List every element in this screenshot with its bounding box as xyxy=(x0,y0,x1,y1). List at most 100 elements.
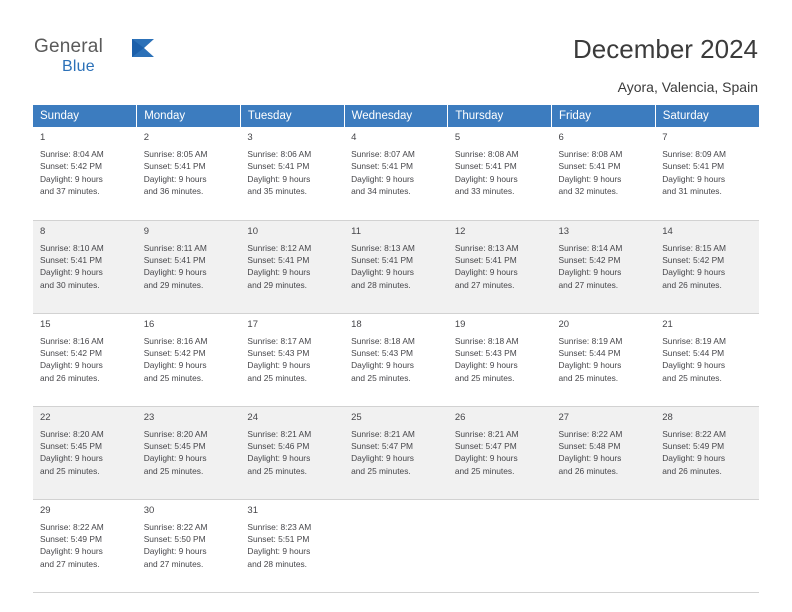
sunrise-text: Sunrise: 8:04 AM xyxy=(40,149,104,160)
day-number: 14 xyxy=(662,225,673,237)
daylight-text-line1: Daylight: 9 hours xyxy=(558,267,622,278)
sunset-text: Sunset: 5:51 PM xyxy=(247,533,310,544)
calendar-day-cell[interactable]: 21 Sunrise: 8:19 AM Sunset: 5:44 PM Dayligh… xyxy=(655,313,759,407)
calendar-day-cell[interactable]: 13 Sunrise: 8:14 AM Sunset: 5:42 PM Dayligh… xyxy=(551,220,656,314)
day-number: 31 xyxy=(247,504,258,516)
daylight-text-line1: Daylight: 9 hours xyxy=(662,267,726,278)
sun-times-calendar: Sunday Monday Tuesday Wednesday Thursday… xyxy=(33,105,759,593)
daylight-text-line1: Daylight: 9 hours xyxy=(351,453,414,464)
daylight-text-line1: Daylight: 9 hours xyxy=(143,453,207,464)
calendar-day-cell[interactable]: 2 Sunrise: 8:05 AM Sunset: 5:41 PM Daylight… xyxy=(136,127,241,221)
daylight-text-line2: and 28 minutes. xyxy=(351,279,411,290)
daylight-text-line1: Daylight: 9 hours xyxy=(247,546,311,557)
calendar-day-cell-empty xyxy=(655,499,759,593)
sunset-text: Sunset: 5:41 PM xyxy=(247,254,310,265)
calendar-day-cell[interactable]: 3 Sunrise: 8:06 AM Sunset: 5:41 PM Daylight… xyxy=(240,127,345,221)
calendar-day-cell[interactable]: 24 Sunrise: 8:21 AM Sunset: 5:46 PM Dayligh… xyxy=(240,406,345,500)
calendar-day-cell[interactable]: 6 Sunrise: 8:08 AM Sunset: 5:41 PM Daylight… xyxy=(551,127,656,221)
calendar-day-cell[interactable]: 20 Sunrise: 8:19 AM Sunset: 5:44 PM Dayligh… xyxy=(551,313,656,407)
calendar-day-cell[interactable]: 8 Sunrise: 8:10 AM Sunset: 5:41 PM Daylight… xyxy=(33,220,137,314)
daylight-text-line1: Daylight: 9 hours xyxy=(40,267,103,278)
sunrise-text: Sunrise: 8:16 AM xyxy=(143,335,208,346)
calendar-day-cell[interactable]: 11 Sunrise: 8:13 AM Sunset: 5:41 PM Dayligh… xyxy=(344,220,448,314)
day-number: 5 xyxy=(454,132,461,143)
calendar-day-cell[interactable]: 29 Sunrise: 8:22 AM Sunset: 5:49 PM Dayligh… xyxy=(33,499,137,593)
day-number: 9 xyxy=(143,225,149,237)
calendar-day-cell[interactable]: 15 Sunrise: 8:16 AM Sunset: 5:42 PM Dayligh… xyxy=(33,313,137,407)
daylight-text-line1: Daylight: 9 hours xyxy=(351,360,414,371)
daylight-text-line1: Daylight: 9 hours xyxy=(247,173,311,184)
sunrise-text: Sunrise: 8:07 AM xyxy=(351,149,415,160)
calendar-day-cell-empty xyxy=(551,499,656,593)
calendar-day-cell[interactable]: 1 Sunrise: 8:04 AM Sunset: 5:42 PM Daylight… xyxy=(33,127,137,221)
day-number: 7 xyxy=(662,132,668,143)
calendar-day-cell[interactable]: 4 Sunrise: 8:07 AM Sunset: 5:41 PM Daylight… xyxy=(344,127,448,221)
calendar-page: General Blue December 2024 Ayora, Valenc… xyxy=(0,0,792,612)
calendar-day-cell[interactable]: 27 Sunrise: 8:22 AM Sunset: 5:48 PM Dayligh… xyxy=(551,406,656,500)
calendar-day-cell[interactable]: 22 Sunrise: 8:20 AM Sunset: 5:45 PM Dayligh… xyxy=(33,406,137,500)
calendar-day-cell[interactable]: 26 Sunrise: 8:21 AM Sunset: 5:47 PM Dayligh… xyxy=(447,406,552,500)
calendar-day-cell[interactable]: 25 Sunrise: 8:21 AM Sunset: 5:47 PM Dayligh… xyxy=(344,406,448,500)
daylight-text-line2: and 25 minutes. xyxy=(143,372,204,383)
sunrise-text: Sunrise: 8:11 AM xyxy=(143,242,207,253)
sunset-text: Sunset: 5:41 PM xyxy=(351,254,414,265)
day-number: 6 xyxy=(558,132,564,143)
sunrise-text: Sunrise: 8:13 AM xyxy=(351,242,415,253)
daylight-text-line2: and 25 minutes. xyxy=(247,465,308,476)
sunrise-text: Sunrise: 8:12 AM xyxy=(247,242,312,253)
daylight-text-line1: Daylight: 9 hours xyxy=(143,360,207,371)
calendar-day-cell[interactable]: 12 Sunrise: 8:13 AM Sunset: 5:41 PM Dayligh… xyxy=(447,220,552,314)
sunrise-text: Sunrise: 8:09 AM xyxy=(662,149,726,160)
weekday-header-monday: Monday xyxy=(136,105,241,127)
calendar-day-cell[interactable]: 23 Sunrise: 8:20 AM Sunset: 5:45 PM Dayligh… xyxy=(136,406,241,500)
daylight-text-line2: and 25 minutes. xyxy=(558,372,619,383)
calendar-day-cell[interactable]: 19 Sunrise: 8:18 AM Sunset: 5:43 PM Dayligh… xyxy=(447,313,552,407)
sunset-text: Sunset: 5:41 PM xyxy=(558,161,621,172)
weekday-header-sunday: Sunday xyxy=(33,105,138,127)
calendar-day-cell[interactable]: 30 Sunrise: 8:22 AM Sunset: 5:50 PM Dayligh… xyxy=(136,499,241,593)
sunset-text: Sunset: 5:41 PM xyxy=(143,161,206,172)
calendar-day-cell[interactable]: 28 Sunrise: 8:22 AM Sunset: 5:49 PM Dayligh… xyxy=(655,406,759,500)
daylight-text-line2: and 25 minutes. xyxy=(247,372,308,383)
day-number: 26 xyxy=(454,411,466,423)
sunrise-text: Sunrise: 8:22 AM xyxy=(558,428,623,439)
daylight-text-line1: Daylight: 9 hours xyxy=(40,173,103,184)
calendar-day-cell[interactable]: 16 Sunrise: 8:16 AM Sunset: 5:42 PM Dayligh… xyxy=(136,313,241,407)
calendar-day-cell[interactable]: 17 Sunrise: 8:17 AM Sunset: 5:43 PM Dayligh… xyxy=(240,313,345,407)
calendar-day-cell[interactable]: 31 Sunrise: 8:23 AM Sunset: 5:51 PM Dayligh… xyxy=(240,499,345,593)
sunrise-text: Sunrise: 8:16 AM xyxy=(40,335,104,346)
daylight-text-line2: and 34 minutes. xyxy=(351,186,411,197)
blue-flag-icon xyxy=(130,38,158,60)
sunrise-text: Sunrise: 8:06 AM xyxy=(247,149,312,160)
daylight-text-line1: Daylight: 9 hours xyxy=(143,173,207,184)
calendar-day-cell[interactable]: 10 Sunrise: 8:12 AM Sunset: 5:41 PM Dayligh… xyxy=(240,220,345,314)
daylight-text-line2: and 26 minutes. xyxy=(558,465,619,476)
sunrise-text: Sunrise: 8:14 AM xyxy=(558,242,623,253)
sunrise-text: Sunrise: 8:05 AM xyxy=(143,149,208,160)
calendar-day-cell-empty xyxy=(344,499,448,593)
daylight-text-line2: and 25 minutes. xyxy=(40,465,100,476)
calendar-day-cell[interactable]: 7 Sunrise: 8:09 AM Sunset: 5:41 PM Daylight… xyxy=(655,127,759,221)
sunset-text: Sunset: 5:42 PM xyxy=(662,254,725,265)
sunset-text: Sunset: 5:49 PM xyxy=(40,533,102,544)
calendar-day-cell[interactable]: 5 Sunrise: 8:08 AM Sunset: 5:41 PM Daylight… xyxy=(447,127,552,221)
daylight-text-line2: and 33 minutes. xyxy=(454,186,515,197)
sunset-text: Sunset: 5:42 PM xyxy=(40,161,102,172)
sunset-text: Sunset: 5:43 PM xyxy=(247,347,310,358)
sunset-text: Sunset: 5:43 PM xyxy=(454,347,517,358)
daylight-text-line1: Daylight: 9 hours xyxy=(558,173,622,184)
calendar-week-row: 22 Sunrise: 8:20 AM Sunset: 5:45 PM Dayligh… xyxy=(33,406,759,500)
calendar-day-cell[interactable]: 18 Sunrise: 8:18 AM Sunset: 5:43 PM Dayligh… xyxy=(344,313,448,407)
brand-logo[interactable]: General Blue xyxy=(34,36,164,82)
daylight-text-line2: and 25 minutes. xyxy=(351,372,411,383)
calendar-day-cell[interactable]: 14 Sunrise: 8:15 AM Sunset: 5:42 PM Dayligh… xyxy=(655,220,759,314)
sunset-text: Sunset: 5:41 PM xyxy=(454,161,517,172)
weekday-header-friday: Friday xyxy=(551,105,656,127)
calendar-day-cell[interactable]: 9 Sunrise: 8:11 AM Sunset: 5:41 PM Daylight… xyxy=(136,220,241,314)
sunset-text: Sunset: 5:46 PM xyxy=(247,440,310,451)
daylight-text-line2: and 25 minutes. xyxy=(454,372,515,383)
daylight-text-line1: Daylight: 9 hours xyxy=(40,546,103,557)
day-number: 24 xyxy=(247,411,258,423)
sunset-text: Sunset: 5:41 PM xyxy=(662,161,725,172)
day-number: 18 xyxy=(351,318,362,330)
